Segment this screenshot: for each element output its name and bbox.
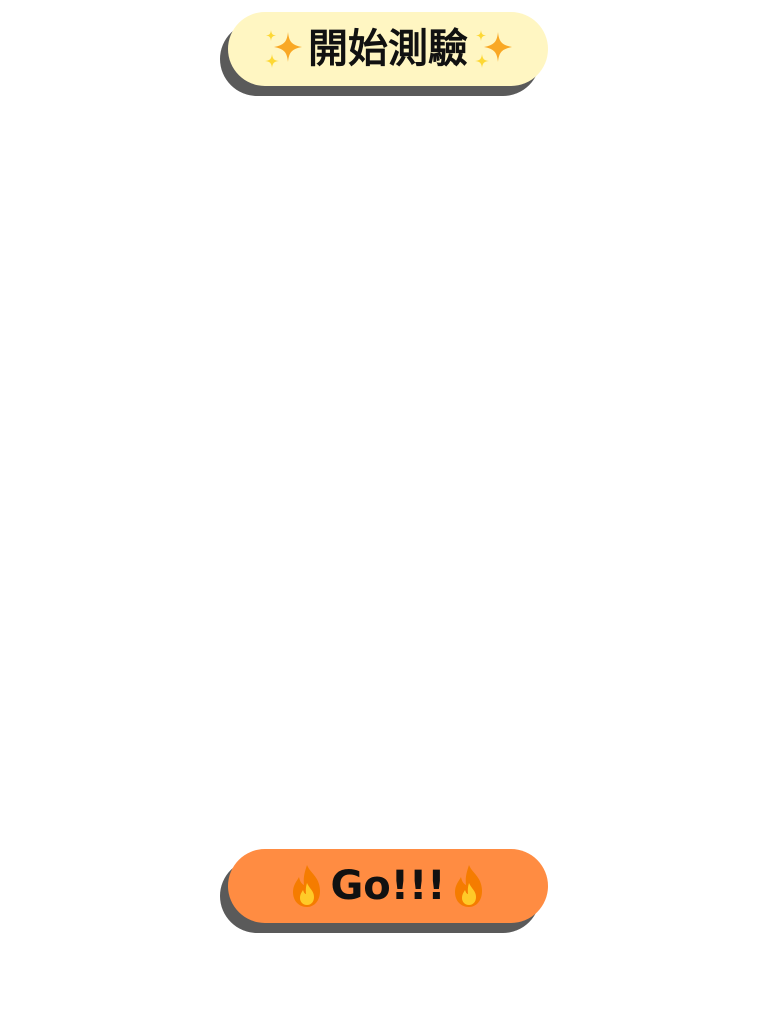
quiz-start-screen: 開始測驗 Go!!! — [0, 0, 768, 1024]
start-quiz-button[interactable]: 開始測驗 — [228, 12, 548, 86]
fire-icon — [448, 863, 490, 909]
sparkles-icon — [260, 26, 306, 72]
go-button[interactable]: Go!!! — [228, 849, 548, 923]
go-label: Go!!! — [330, 863, 446, 909]
go-button-container: Go!!! — [220, 849, 548, 933]
sparkles-icon — [470, 26, 516, 72]
fire-icon — [286, 863, 328, 909]
start-quiz-label: 開始測驗 — [308, 26, 468, 72]
start-quiz-button-container: 開始測驗 — [220, 12, 548, 96]
